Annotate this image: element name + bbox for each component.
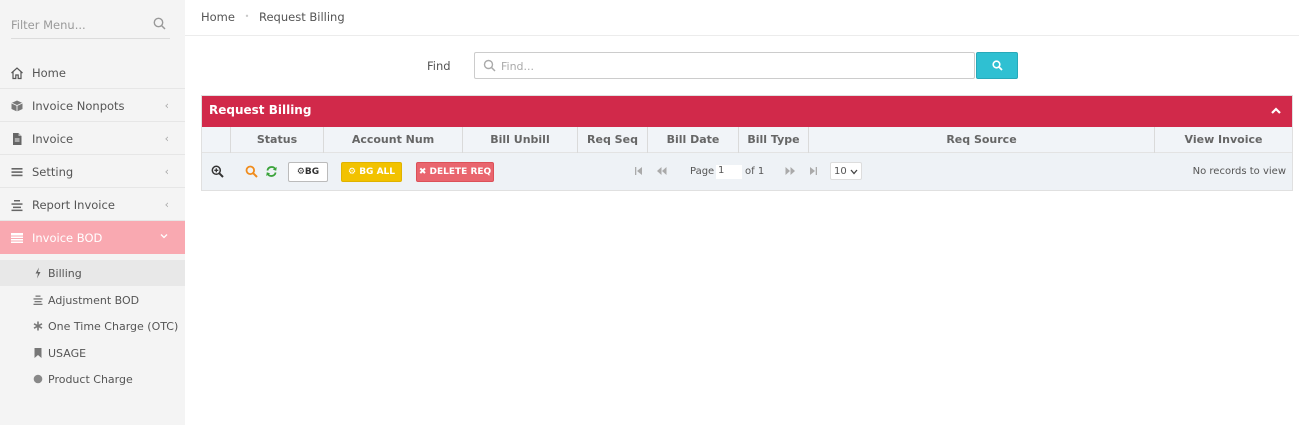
gear-icon: ⚙: [296, 167, 305, 177]
filter-menu[interactable]: Filter Menu...: [11, 10, 170, 39]
next-page-icon[interactable]: [785, 166, 796, 179]
table-icon: [10, 231, 24, 245]
sidebar-subitem-usage[interactable]: USAGE: [0, 340, 185, 366]
column-header-account-num[interactable]: Account Num: [323, 127, 462, 153]
sidebar-subitem-one-time-charge[interactable]: One Time Charge (OTC): [0, 313, 185, 339]
prev-page-icon[interactable]: [656, 166, 667, 179]
chevron-left-icon: ‹: [164, 99, 169, 112]
chevron-down-icon: [159, 231, 169, 244]
header-divider: [185, 35, 1299, 36]
sidebar-item-label: Report Invoice: [32, 198, 115, 212]
find-field[interactable]: [474, 52, 975, 79]
page-total: of 1: [745, 166, 765, 177]
chevron-left-icon: ‹: [164, 165, 169, 178]
collapse-icon[interactable]: [1270, 105, 1282, 120]
find-label: Find: [427, 59, 451, 73]
bg-all-button[interactable]: ⚙ BG ALL: [341, 162, 402, 182]
chevron-down-icon: [850, 169, 858, 175]
sidebar-item-home[interactable]: Home: [0, 56, 185, 89]
search-icon[interactable]: [245, 165, 258, 181]
first-page-icon[interactable]: [634, 166, 643, 179]
page-label: Page: [690, 166, 715, 177]
column-header-view-invoice[interactable]: View Invoice: [1154, 127, 1292, 153]
home-icon: [10, 66, 24, 80]
sidebar-subitem-billing[interactable]: Billing: [0, 260, 185, 286]
sidebar-subitem-label: Product Charge: [48, 373, 133, 386]
page-number-input[interactable]: 1: [716, 165, 742, 179]
grid-header: Status Account Num Bill Unbill Req Seq B…: [202, 127, 1292, 153]
breadcrumb-home[interactable]: Home: [201, 10, 235, 24]
grid-caption: Request Billing: [202, 96, 1292, 127]
bolt-icon: [33, 267, 43, 279]
column-header-bill-unbill[interactable]: Bill Unbill: [462, 127, 577, 153]
bars-icon: [10, 165, 24, 179]
sidebar-item-label: Invoice Nonpots: [32, 99, 125, 113]
sidebar-subitem-product-charge[interactable]: Product Charge: [0, 366, 185, 392]
chevron-left-icon: ‹: [164, 132, 169, 145]
grid-title: Request Billing: [209, 103, 312, 117]
breadcrumb: Home • Request Billing: [201, 10, 345, 24]
refresh-icon[interactable]: [265, 165, 278, 181]
grid-pager: ⚙BG ⚙ BG ALL ✖ DELETE REQ Page 1 of 1 10…: [202, 154, 1292, 188]
sidebar-item-invoice-bod[interactable]: Invoice BOD: [0, 221, 185, 254]
report-icon: [33, 294, 43, 306]
breadcrumb-separator: •: [244, 12, 250, 21]
circle-icon: [33, 373, 43, 385]
bookmark-icon: [33, 347, 43, 359]
column-header-req-seq[interactable]: Req Seq: [577, 127, 647, 153]
records-info: No records to view: [1192, 166, 1286, 177]
column-header-status[interactable]: Status: [230, 127, 323, 153]
search-icon: [483, 59, 496, 75]
search-icon: [992, 60, 1003, 71]
column-header-req-source[interactable]: Req Source: [808, 127, 1154, 153]
bg-button[interactable]: ⚙BG: [288, 162, 328, 182]
search-icon[interactable]: [153, 17, 166, 33]
gears-icon: ⚙: [347, 167, 357, 177]
sidebar-subitem-label: Billing: [48, 267, 82, 280]
sidebar-subitem-label: One Time Charge (OTC): [48, 320, 179, 333]
sidebar-item-invoice-nonpots[interactable]: Invoice Nonpots ‹: [0, 89, 185, 122]
last-page-icon[interactable]: [809, 166, 818, 179]
sidebar-item-invoice[interactable]: Invoice ‹: [0, 122, 185, 155]
sidebar-item-label: Invoice BOD: [32, 231, 103, 245]
filter-menu-input[interactable]: Filter Menu...: [11, 18, 86, 32]
breadcrumb-current: Request Billing: [259, 10, 345, 24]
sidebar-subitem-label: USAGE: [48, 347, 87, 360]
sidebar-subitem-adjustment-bod[interactable]: Adjustment BOD: [0, 287, 185, 313]
sidebar-item-label: Setting: [32, 165, 74, 179]
file-icon: [10, 132, 24, 146]
close-icon: ✖: [418, 167, 427, 177]
sidebar: Filter Menu... Home Invoice Nonpots ‹ In…: [0, 0, 185, 425]
sidebar-item-label: Home: [32, 66, 66, 80]
sidebar-item-setting[interactable]: Setting ‹: [0, 155, 185, 188]
zoom-in-icon[interactable]: [211, 165, 224, 181]
sidebar-item-label: Invoice: [32, 132, 74, 146]
delete-req-button[interactable]: ✖ DELETE REQ: [416, 162, 494, 182]
find-button[interactable]: [976, 52, 1018, 79]
request-billing-grid: Request Billing Status Account Num Bill …: [201, 95, 1293, 191]
column-header-bill-date[interactable]: Bill Date: [647, 127, 738, 153]
cube-icon: [10, 99, 24, 113]
sidebar-item-report-invoice[interactable]: Report Invoice ‹: [0, 188, 185, 221]
asterisk-icon: [33, 320, 43, 332]
column-header-bill-type[interactable]: Bill Type: [738, 127, 808, 153]
rows-per-page-select[interactable]: 10: [830, 162, 862, 180]
sidebar-subitem-label: Adjustment BOD: [48, 294, 140, 307]
report-icon: [10, 198, 24, 212]
find-input[interactable]: [501, 57, 961, 75]
chevron-left-icon: ‹: [164, 198, 169, 211]
